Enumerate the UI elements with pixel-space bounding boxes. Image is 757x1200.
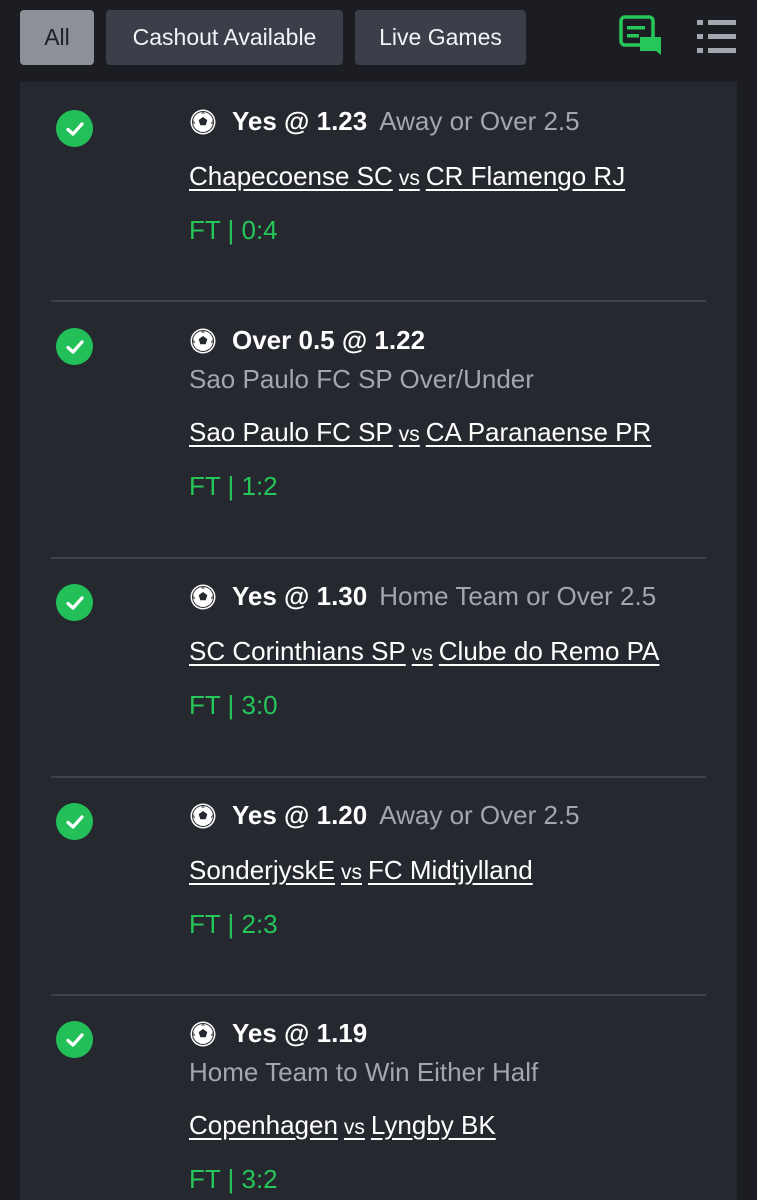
final-score: FT | 3:0 — [189, 690, 278, 720]
selection-line: Over 0.5 @ 1.22 — [189, 325, 717, 356]
divider — [51, 557, 706, 559]
soccer-ball-icon — [190, 109, 216, 134]
home-team: SonderjyskE — [189, 855, 335, 885]
home-team: Chapecoense SC — [189, 161, 393, 191]
final-score: FT | 1:2 — [189, 471, 278, 501]
vs-label: vs — [398, 423, 420, 446]
selection-line: Yes @ 1.23 Away or Over 2.5 — [189, 106, 717, 137]
vs-label: vs — [411, 642, 433, 665]
final-score: FT | 3:2 — [189, 1164, 278, 1194]
vs-label: vs — [398, 167, 420, 190]
away-team: Lyngby BK — [370, 1110, 496, 1140]
match-link[interactable]: SC Corinthians SP vs Clube do Remo PA — [189, 636, 659, 667]
market-name: Away or Over 2.5 — [379, 800, 580, 830]
market-name: Home Team or Over 2.5 — [379, 581, 657, 611]
filter-bar: All Cashout Available Live Games — [0, 0, 757, 78]
market-name: Away or Over 2.5 — [379, 106, 580, 136]
market-name: Sao Paulo FC SP Over/Under — [189, 364, 534, 394]
tab-cashout-available[interactable]: Cashout Available — [106, 10, 343, 65]
selection-line: Yes @ 1.30 Home Team or Over 2.5 — [189, 581, 717, 612]
selection-odds: Yes @ 1.19 — [232, 1018, 368, 1048]
market-name: Home Team to Win Either Half — [189, 1057, 539, 1087]
selection-odds: Over 0.5 @ 1.22 — [232, 325, 426, 355]
bet-slip-chat-icon[interactable] — [618, 14, 664, 60]
vs-label: vs — [340, 861, 362, 884]
match-link[interactable]: Sao Paulo FC SP vs CA Paranaense PR — [189, 417, 651, 448]
selection-odds: Yes @ 1.30 — [232, 581, 368, 611]
check-circle-icon — [56, 803, 93, 840]
selection-line: Yes @ 1.20 Away or Over 2.5 — [189, 800, 717, 831]
check-circle-icon — [56, 328, 93, 365]
check-circle-icon — [56, 584, 93, 621]
match-link[interactable]: SonderjyskE vs FC Midtjylland — [189, 855, 533, 886]
selection-line: Yes @ 1.19 — [189, 1018, 717, 1049]
selection-odds: Yes @ 1.20 — [232, 800, 368, 830]
away-team: CR Flamengo RJ — [425, 161, 626, 191]
vs-label: vs — [343, 1116, 365, 1139]
soccer-ball-icon — [190, 803, 216, 828]
soccer-ball-icon — [190, 1021, 216, 1046]
match-link[interactable]: Chapecoense SC vs CR Flamengo RJ — [189, 161, 625, 192]
tab-live-games[interactable]: Live Games — [355, 10, 526, 65]
final-score: FT | 2:3 — [189, 909, 278, 939]
selection-odds: Yes @ 1.23 — [232, 106, 368, 136]
match-link[interactable]: Copenhagen vs Lyngby BK — [189, 1110, 496, 1141]
divider — [51, 300, 706, 302]
check-circle-icon — [56, 110, 93, 147]
tab-all[interactable]: All — [20, 10, 94, 65]
list-menu-icon[interactable] — [694, 14, 740, 60]
soccer-ball-icon — [190, 584, 216, 609]
home-team: Copenhagen — [189, 1110, 338, 1140]
final-score: FT | 0:4 — [189, 215, 278, 245]
divider — [51, 776, 706, 778]
divider — [51, 994, 706, 996]
home-team: Sao Paulo FC SP — [189, 417, 393, 447]
check-circle-icon — [56, 1021, 93, 1058]
soccer-ball-icon — [190, 328, 216, 353]
home-team: SC Corinthians SP — [189, 636, 406, 666]
away-team: CA Paranaense PR — [425, 417, 652, 447]
away-team: Clube do Remo PA — [438, 636, 660, 666]
away-team: FC Midtjylland — [367, 855, 533, 885]
bet-list: Yes @ 1.23 Away or Over 2.5 Chapecoense … — [20, 82, 737, 1200]
